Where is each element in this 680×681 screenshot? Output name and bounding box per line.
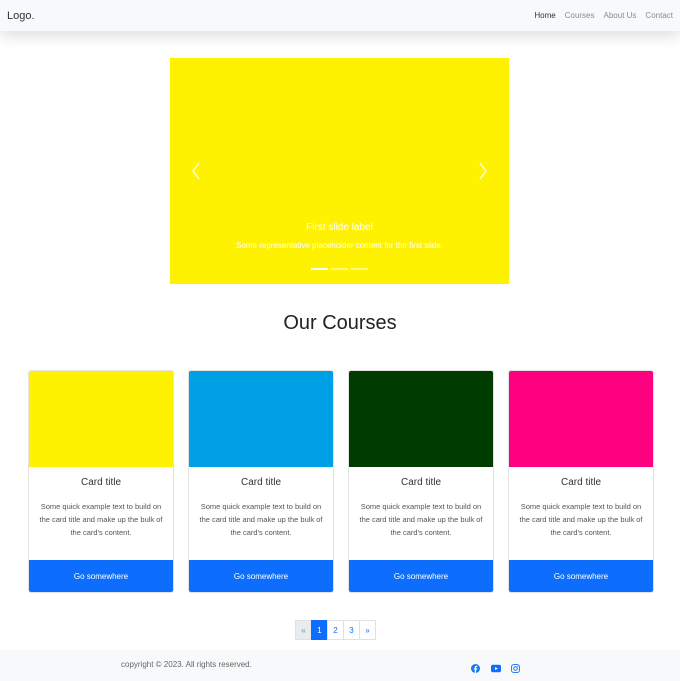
course-card: Card title Some quick example text to bu… [28, 370, 174, 593]
carousel-slide [170, 58, 509, 284]
pagination: « 1 2 3 » [295, 620, 376, 640]
go-somewhere-button[interactable]: Go somewhere [349, 560, 493, 592]
nav-links: Home Courses About Us Contact [525, 11, 673, 20]
course-cards: Card title Some quick example text to bu… [28, 370, 654, 593]
nav-link-about-us[interactable]: About Us [604, 11, 637, 20]
card-image [189, 371, 333, 467]
navbar: Logo. Home Courses About Us Contact [0, 0, 680, 31]
card-image [349, 371, 493, 467]
carousel-indicator-1[interactable] [311, 268, 328, 270]
card-title: Card title [560, 477, 601, 488]
instagram-icon[interactable] [511, 660, 520, 673]
go-somewhere-button[interactable]: Go somewhere [189, 560, 333, 592]
footer: copyright © 2023. All rights reserved. [0, 650, 680, 681]
brand-logo[interactable]: Logo. [7, 10, 35, 22]
course-card: Card title Some quick example text to bu… [188, 370, 334, 593]
go-somewhere-button[interactable]: Go somewhere [29, 560, 173, 592]
chevron-left-icon[interactable] [186, 160, 206, 182]
chevron-right-icon[interactable] [473, 160, 493, 182]
copyright-text: copyright © 2023. All rights reserved. [121, 660, 252, 669]
pagination-next[interactable]: » [359, 620, 376, 640]
card-image [29, 371, 173, 467]
card-title: Card title [80, 477, 121, 488]
section-title: Our Courses [283, 312, 397, 334]
social-links [471, 660, 520, 673]
pagination-prev[interactable]: « [295, 620, 312, 640]
pagination-page-2[interactable]: 2 [327, 620, 344, 640]
carousel-indicator-2[interactable] [331, 268, 348, 270]
carousel-caption-title: First slide label [306, 222, 373, 233]
card-text: Some quick example text to build on the … [39, 502, 163, 537]
go-somewhere-button[interactable]: Go somewhere [509, 560, 653, 592]
card-text: Some quick example text to build on the … [359, 502, 483, 537]
card-image [509, 371, 653, 467]
carousel-indicators [170, 268, 509, 270]
nav-link-home[interactable]: Home [534, 11, 555, 20]
course-card: Card title Some quick example text to bu… [348, 370, 494, 593]
carousel-indicator-3[interactable] [351, 268, 368, 270]
card-text: Some quick example text to build on the … [519, 502, 643, 537]
pagination-page-3[interactable]: 3 [343, 620, 360, 640]
carousel-caption-text: Some representative placeholder content … [236, 241, 443, 250]
card-title: Card title [240, 477, 281, 488]
nav-link-contact[interactable]: Contact [645, 11, 673, 20]
course-card: Card title Some quick example text to bu… [508, 370, 654, 593]
hero-carousel: First slide label Some representative pl… [170, 58, 509, 284]
facebook-icon[interactable] [471, 660, 480, 673]
card-title: Card title [400, 477, 441, 488]
card-text: Some quick example text to build on the … [199, 502, 323, 537]
nav-link-courses[interactable]: Courses [565, 11, 595, 20]
youtube-icon[interactable] [491, 660, 501, 673]
pagination-page-1[interactable]: 1 [311, 620, 328, 640]
